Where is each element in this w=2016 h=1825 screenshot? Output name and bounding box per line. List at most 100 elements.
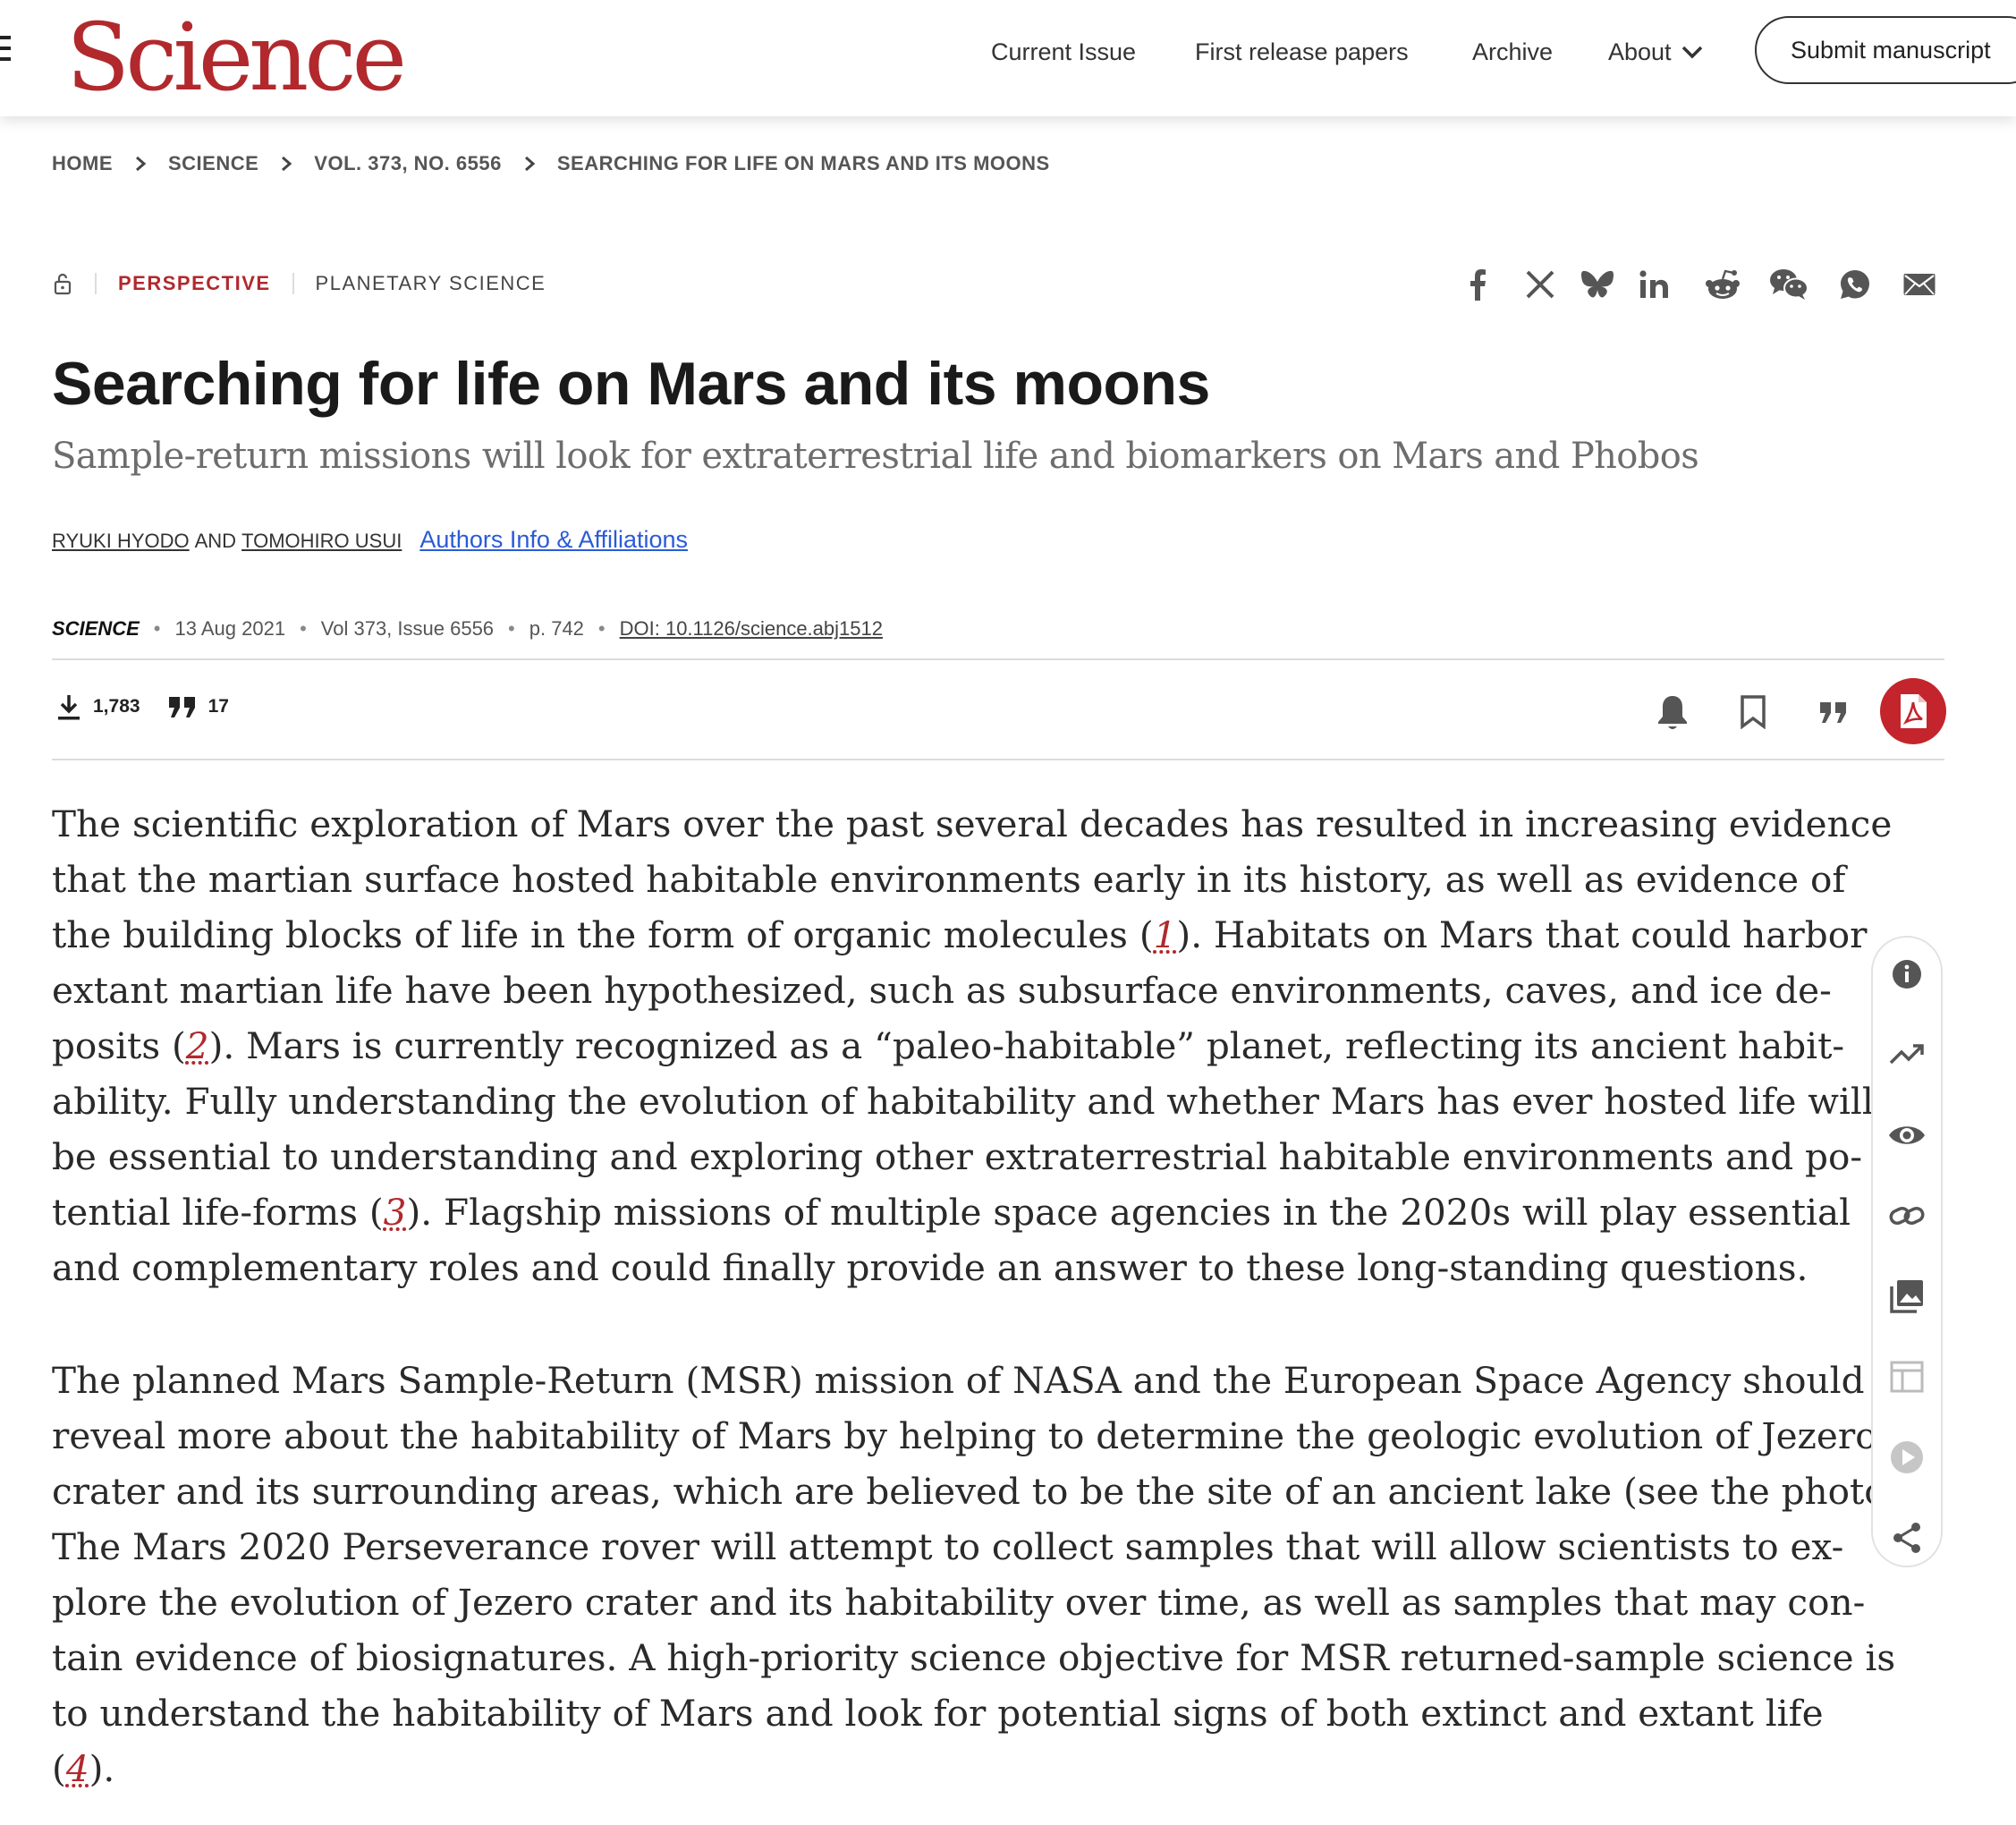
paragraph-line: tential life-forms (3). Flagship mission… bbox=[52, 1184, 1851, 1240]
text-segment: ). Habitats on Mars that could harbor bbox=[1176, 913, 1868, 956]
cite-icon[interactable] bbox=[1808, 687, 1859, 737]
text-segment: tain evidence of biosignatures. A high-p… bbox=[52, 1636, 1896, 1679]
breadcrumb: HOME SCIENCE VOL. 373, NO. 6556 SEARCHIN… bbox=[52, 152, 1050, 175]
nav-archive[interactable]: Archive bbox=[1472, 34, 1553, 70]
volume-issue[interactable]: Vol 373, Issue 6556 bbox=[321, 617, 494, 641]
paragraph-line: ability. Fully understanding the evoluti… bbox=[52, 1074, 1874, 1129]
divider bbox=[95, 273, 97, 294]
paragraph-line: crater and its surrounding areas, which … bbox=[52, 1464, 1911, 1519]
separator-dot: • bbox=[597, 617, 606, 640]
info-icon[interactable] bbox=[1873, 952, 1941, 997]
paragraph-line: to understand the habitability of Mars a… bbox=[52, 1685, 1824, 1741]
download-icon bbox=[58, 695, 80, 720]
text-segment: be essential to understanding and explor… bbox=[52, 1135, 1863, 1178]
article-side-rail bbox=[1871, 936, 1943, 1567]
image-icon[interactable] bbox=[1873, 1274, 1941, 1319]
text-segment: to understand the habitability of Mars a… bbox=[52, 1692, 1824, 1735]
chevron-right-icon bbox=[134, 155, 147, 173]
text-segment: ). bbox=[89, 1747, 115, 1790]
text-segment: reveal more about the habitability of Ma… bbox=[52, 1414, 1877, 1457]
breadcrumb-home[interactable]: HOME bbox=[52, 152, 113, 175]
text-segment: ). Flagship missions of multiple space a… bbox=[406, 1191, 1851, 1234]
text-segment: posits ( bbox=[52, 1024, 186, 1067]
doi-link[interactable]: DOI: 10.1126/science.abj1512 bbox=[620, 617, 883, 641]
paragraph-line: The planned Mars Sample-Return (MSR) mis… bbox=[52, 1353, 1865, 1408]
paragraph-line: that the martian surface hosted habitabl… bbox=[52, 852, 1845, 907]
submit-manuscript-button[interactable]: Submit manuscript bbox=[1755, 16, 2016, 84]
eye-icon[interactable] bbox=[1873, 1113, 1941, 1158]
link-icon[interactable] bbox=[1873, 1193, 1941, 1238]
author-link[interactable]: TOMOHIRO USUI bbox=[241, 530, 402, 553]
text-segment: The Mars 2020 Perseverance rover will at… bbox=[52, 1525, 1844, 1568]
article-subtitle: Sample-return missions will look for ext… bbox=[52, 436, 1699, 477]
x-icon[interactable] bbox=[1520, 265, 1560, 304]
separator-dot: • bbox=[508, 617, 515, 640]
wechat-icon[interactable] bbox=[1769, 265, 1808, 304]
page-number: p. 742 bbox=[529, 617, 584, 640]
reference-link[interactable]: 2 bbox=[186, 1024, 209, 1067]
separator-dot: • bbox=[300, 617, 307, 640]
nav-first-release-papers[interactable]: First release papers bbox=[1195, 34, 1409, 70]
reference-link[interactable]: 4 bbox=[66, 1747, 89, 1790]
article-tags: PERSPECTIVE PLANETARY SCIENCE bbox=[52, 272, 546, 295]
text-segment: the building blocks of life in the form … bbox=[52, 913, 1154, 956]
menu-icon[interactable] bbox=[0, 36, 11, 63]
downloads-metric[interactable]: 1,783 bbox=[55, 692, 140, 721]
reference-link[interactable]: 3 bbox=[384, 1191, 407, 1234]
share-icon[interactable] bbox=[1873, 1515, 1941, 1560]
reddit-icon[interactable] bbox=[1703, 265, 1742, 304]
paragraph-line: posits (2). Mars is currently recognized… bbox=[52, 1018, 1844, 1074]
paragraph-line: be essential to understanding and explor… bbox=[52, 1129, 1862, 1184]
reference-link[interactable]: 1 bbox=[1154, 913, 1177, 956]
separator-dot: • bbox=[153, 617, 161, 640]
text-segment: crater and its surrounding areas, which … bbox=[52, 1470, 1912, 1513]
facebook-icon[interactable] bbox=[1458, 265, 1497, 304]
citations-metric[interactable]: 17 bbox=[167, 695, 229, 718]
publication-info: SCIENCE • 13 Aug 2021 • Vol 373, Issue 6… bbox=[52, 617, 883, 641]
chevron-down-icon bbox=[1681, 46, 1702, 59]
science-logo[interactable]: Science bbox=[66, 4, 407, 111]
chevron-right-icon bbox=[280, 155, 292, 173]
text-segment: tential life-forms ( bbox=[52, 1191, 384, 1234]
nav-current-issue[interactable]: Current Issue bbox=[991, 34, 1136, 70]
paragraph-line: the building blocks of life in the form … bbox=[52, 907, 1867, 963]
whatsapp-icon[interactable] bbox=[1835, 265, 1875, 304]
share-icons bbox=[1458, 265, 1941, 310]
text-segment: ). Mars is currently recognized as a “pa… bbox=[208, 1024, 1845, 1067]
author-link[interactable]: RYUKI HYODO bbox=[52, 530, 190, 553]
paragraph-line: plore the evolution of Jezero crater and… bbox=[52, 1575, 1865, 1630]
journal-name[interactable]: SCIENCE bbox=[52, 617, 140, 641]
chevron-right-icon bbox=[523, 155, 536, 173]
pdf-icon bbox=[1901, 694, 1927, 728]
email-icon[interactable] bbox=[1900, 265, 1939, 304]
subject-label[interactable]: PLANETARY SCIENCE bbox=[316, 272, 546, 295]
breadcrumb-science[interactable]: SCIENCE bbox=[168, 152, 258, 175]
article-metrics: 1,783 17 bbox=[55, 692, 256, 721]
bookmark-icon[interactable] bbox=[1728, 687, 1778, 737]
play-icon[interactable] bbox=[1873, 1435, 1941, 1480]
lock-open-icon bbox=[54, 273, 72, 295]
citations-count: 17 bbox=[208, 696, 229, 717]
authors-info-link[interactable]: Authors Info & Affiliations bbox=[419, 526, 688, 554]
quote-icon bbox=[168, 697, 195, 717]
article-type-label[interactable]: PERSPECTIVE bbox=[118, 272, 271, 295]
text-segment: ability. Fully understanding the evoluti… bbox=[52, 1080, 1874, 1123]
paragraph-line: extant martian life have been hypothesiz… bbox=[52, 963, 1832, 1018]
paragraph-line: The scientific exploration of Mars over … bbox=[52, 796, 1892, 852]
pdf-download-button[interactable] bbox=[1880, 678, 1946, 744]
author-join: AND bbox=[194, 530, 237, 552]
trending-icon[interactable] bbox=[1873, 1032, 1941, 1077]
linkedin-icon[interactable] bbox=[1635, 265, 1674, 304]
table-icon[interactable] bbox=[1873, 1354, 1941, 1399]
top-navigation-bar: Science Current Issue First release pape… bbox=[0, 0, 2016, 116]
publication-date: 13 Aug 2021 bbox=[174, 617, 286, 640]
breadcrumb-article: SEARCHING FOR LIFE ON MARS AND ITS MOONS bbox=[556, 152, 1050, 174]
text-segment: ( bbox=[52, 1747, 66, 1790]
nav-about[interactable]: About bbox=[1608, 34, 1704, 70]
text-segment: and complementary roles and could finall… bbox=[52, 1246, 1808, 1289]
divider bbox=[52, 658, 1944, 660]
text-segment: that the martian surface hosted habitabl… bbox=[52, 858, 1846, 901]
bluesky-icon[interactable] bbox=[1578, 265, 1617, 304]
breadcrumb-volume[interactable]: VOL. 373, NO. 6556 bbox=[314, 152, 502, 175]
bell-icon[interactable] bbox=[1648, 687, 1698, 737]
